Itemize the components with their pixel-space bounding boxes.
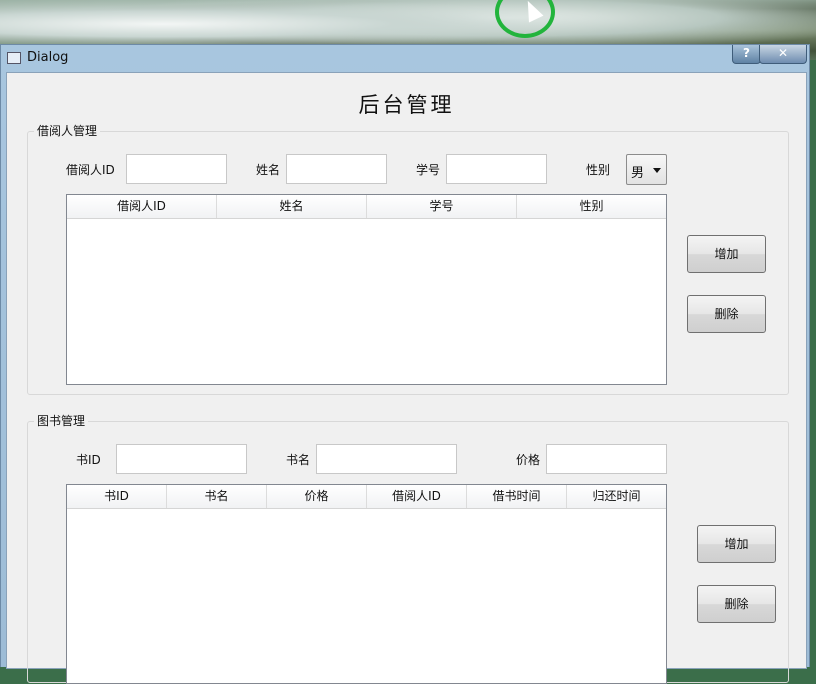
borrower-id-input[interactable] [126,154,227,184]
app-icon [7,52,21,64]
price-input[interactable] [546,444,667,474]
borrower-table[interactable]: 借阅人ID 姓名 学号 性别 [66,194,667,385]
book-table-header: 书ID 书名 价格 借阅人ID 借书时间 归还时间 [67,485,666,509]
column-header[interactable]: 借书时间 [467,485,567,508]
borrower-name-input[interactable] [286,154,387,184]
close-button[interactable]: ✕ [759,45,807,64]
book-name-input[interactable] [316,444,457,474]
delete-borrower-button[interactable]: 删除 [687,295,766,333]
borrower-name-label: 姓名 [256,163,281,177]
book-id-input[interactable] [116,444,247,474]
column-header[interactable]: 归还时间 [567,485,666,508]
book-group-title: 图书管理 [34,412,89,429]
gender-select-value: 男 [631,166,645,181]
add-book-button[interactable]: 增加 [697,525,776,563]
column-header[interactable]: 姓名 [217,195,367,218]
student-no-label: 学号 [416,163,441,177]
column-header[interactable]: 书ID [67,485,167,508]
borrower-id-label: 借阅人ID [66,163,115,177]
gender-label: 性别 [586,163,611,177]
column-header[interactable]: 性别 [517,195,666,218]
dialog-window: Dialog ? ✕ 后台管理 借阅人管理 借阅人ID 姓名 学号 性别 男 借… [0,44,810,684]
title-bar[interactable]: Dialog ? ✕ [1,45,809,73]
column-header[interactable]: 学号 [367,195,517,218]
column-header[interactable]: 价格 [267,485,367,508]
book-name-label: 书名 [286,453,311,467]
student-no-input[interactable] [446,154,547,184]
delete-book-button[interactable]: 删除 [697,585,776,623]
help-button[interactable]: ? [732,45,761,64]
chevron-down-icon [653,168,661,173]
column-header[interactable]: 借阅人ID [67,195,217,218]
price-label: 价格 [516,453,541,467]
column-header[interactable]: 借阅人ID [367,485,467,508]
borrower-group-title: 借阅人管理 [34,122,101,139]
column-header[interactable]: 书名 [167,485,267,508]
page-title: 后台管理 [358,93,455,117]
dialog-client-area: 后台管理 借阅人管理 借阅人ID 姓名 学号 性别 男 借阅人ID 姓名 学号 … [6,72,807,684]
book-table[interactable]: 书ID 书名 价格 借阅人ID 借书时间 归还时间 [66,484,667,684]
gender-select[interactable]: 男 [626,154,667,185]
add-borrower-button[interactable]: 增加 [687,235,766,273]
borrower-table-header: 借阅人ID 姓名 学号 性别 [67,195,666,219]
window-title: Dialog [27,50,69,65]
book-id-label: 书ID [76,453,101,467]
